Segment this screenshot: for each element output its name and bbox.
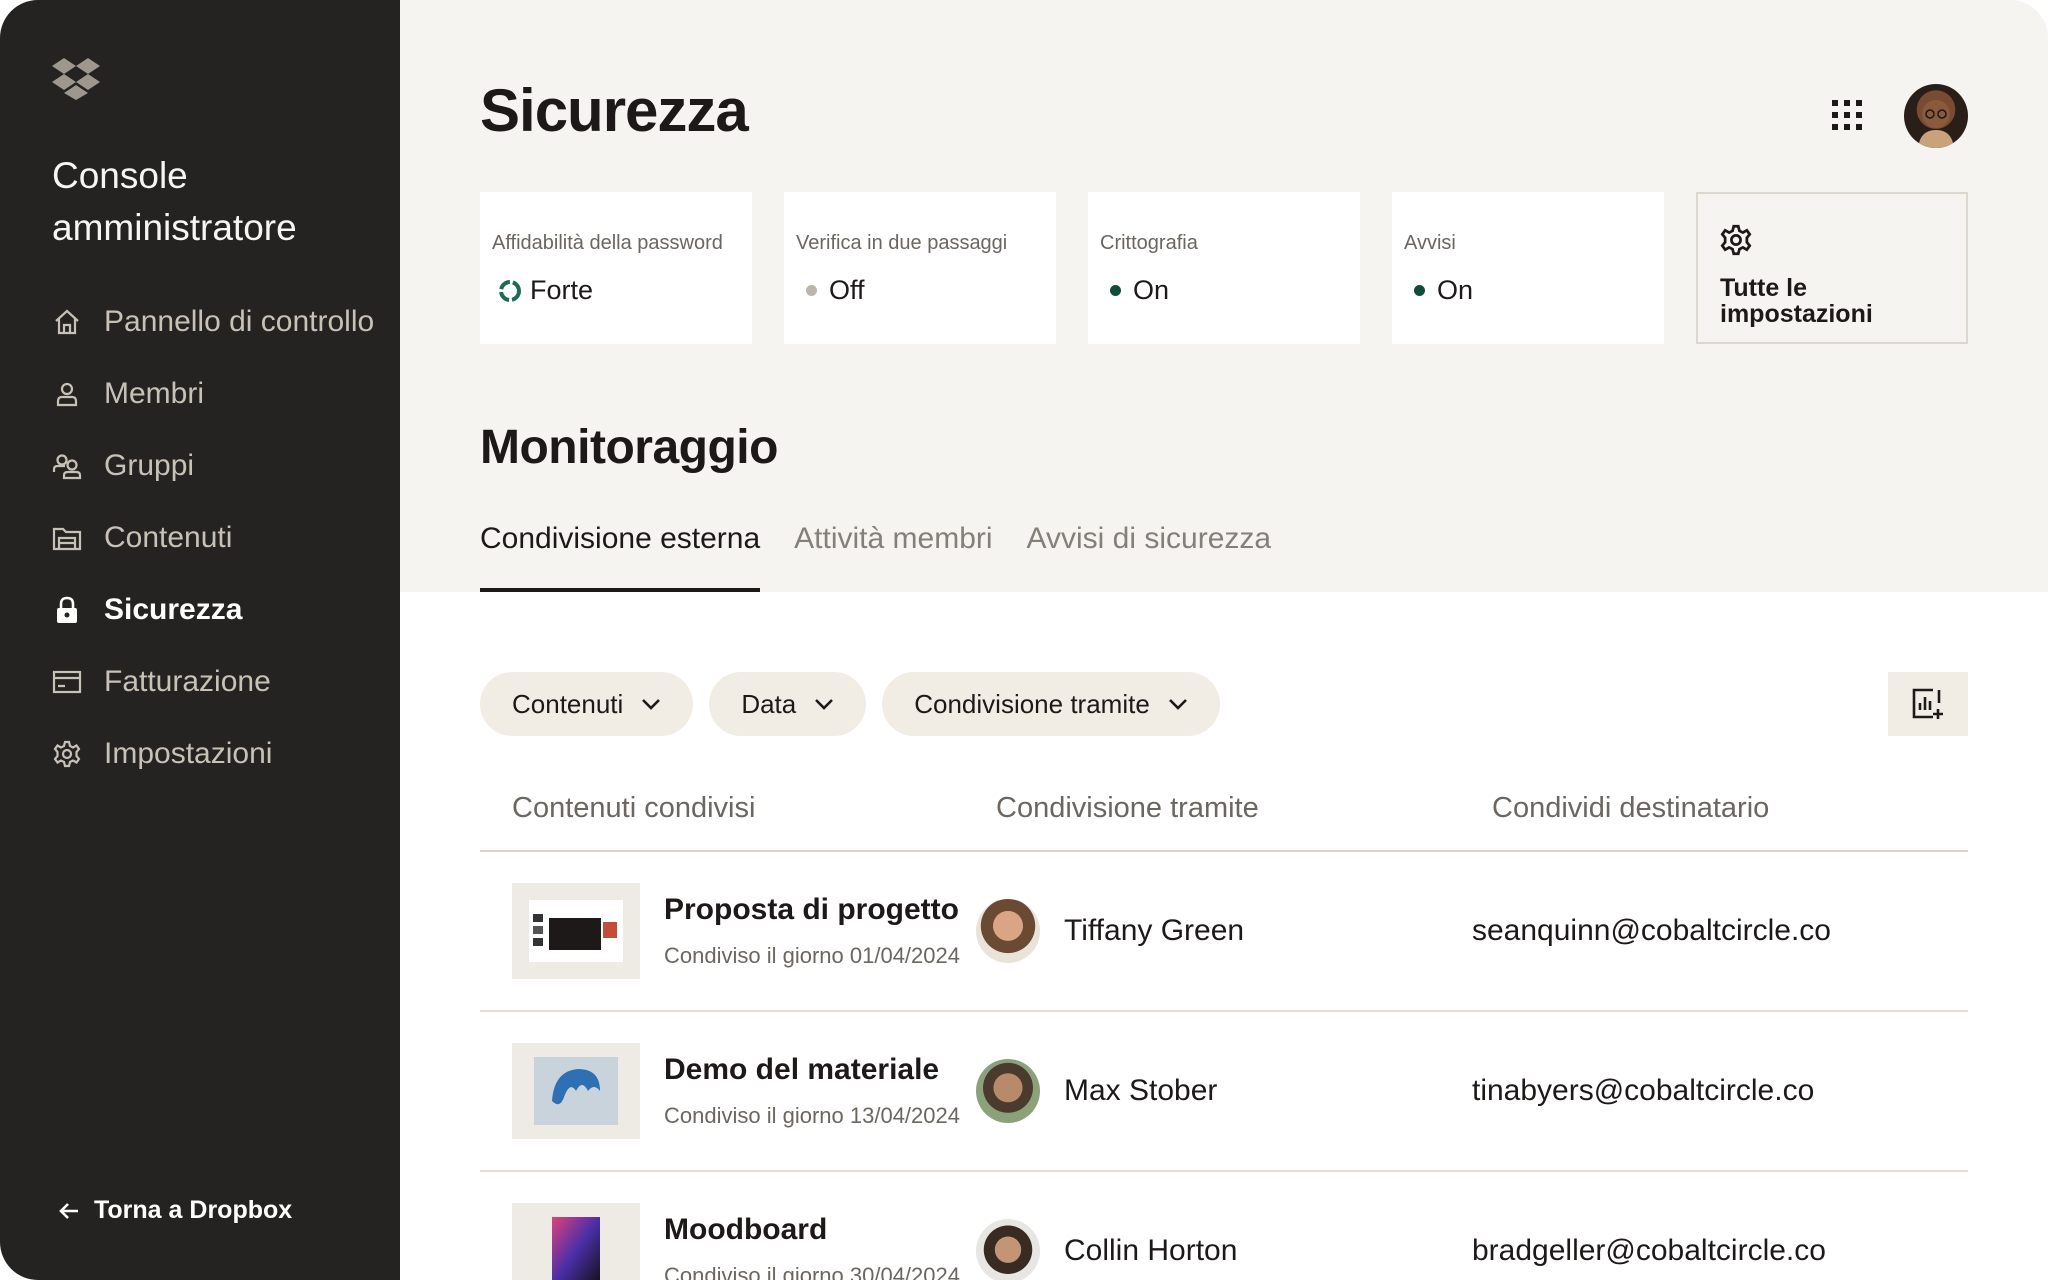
sidebar-item-label: Contenuti xyxy=(104,521,233,554)
column-header[interactable]: Contenuti condivisi xyxy=(480,792,976,850)
home-icon xyxy=(52,307,82,337)
filter-content-dropdown[interactable]: Contenuti xyxy=(480,672,694,736)
sidebar-item-content[interactable]: Contenuti xyxy=(52,502,392,574)
page-title: Sicurezza xyxy=(480,77,749,144)
filter-label: Data xyxy=(741,688,797,719)
recipient-email: tinabyers@cobaltcircle.co xyxy=(1472,1074,1815,1107)
sidebar-item-security[interactable]: Sicurezza xyxy=(52,574,392,646)
person-name: Max Stober xyxy=(1064,1074,1218,1107)
filter-date-dropdown[interactable]: Data xyxy=(709,672,867,736)
sidebar-item-billing[interactable]: Fatturazione xyxy=(52,646,392,718)
gear-icon xyxy=(1720,224,1752,256)
sidebar-item-label: Membri xyxy=(104,377,205,410)
dropbox-logo-icon[interactable] xyxy=(52,56,100,100)
avatar xyxy=(976,1219,1040,1280)
table-header: Contenuti condivisi Condivisione tramite… xyxy=(480,792,1968,852)
alerts-card[interactable]: Avvisi On xyxy=(1392,192,1664,344)
chevron-down-icon xyxy=(815,699,834,710)
card-label: Avvisi xyxy=(1404,232,1456,254)
person-name: Collin Horton xyxy=(1064,1234,1238,1267)
sidebar-item-label: Pannello di controllo xyxy=(104,305,375,338)
all-settings-label: Tutte le impostazioni xyxy=(1720,274,1873,328)
recipient-email: bradgeller@cobaltcircle.co xyxy=(1472,1234,1826,1267)
user-icon xyxy=(52,379,82,409)
gear-icon xyxy=(52,739,82,769)
card-label: Crittografia xyxy=(1100,232,1198,254)
all-settings-button[interactable]: Tutte le impostazioni xyxy=(1696,192,1968,344)
grid-icon[interactable] xyxy=(1832,100,1862,130)
arrow-left-icon xyxy=(59,1202,78,1219)
table-row[interactable]: Demo del materiale Condiviso il giorno 1… xyxy=(480,1012,1968,1172)
file-thumbnail xyxy=(512,1203,640,1280)
sidebar-item-label: Fatturazione xyxy=(104,665,271,698)
two-step-card[interactable]: Verifica in due passaggi Off xyxy=(784,192,1056,344)
file-thumbnail xyxy=(512,1043,640,1139)
sidebar-item-label: Sicurezza xyxy=(104,593,243,626)
card-value: On xyxy=(1437,275,1474,305)
file-name[interactable]: Moodboard xyxy=(664,1213,960,1247)
encryption-card[interactable]: Crittografia On xyxy=(1088,192,1360,344)
tab-member-activity[interactable]: Attività membri xyxy=(794,522,992,592)
sidebar-item-members[interactable]: Membri xyxy=(52,358,392,430)
file-thumbnail xyxy=(512,883,640,979)
card-label: Verifica in due passaggi xyxy=(796,232,1008,254)
shared-date: Condiviso il giorno 13/04/2024 xyxy=(664,1103,960,1128)
recipient-email: seanquinn@cobaltcircle.co xyxy=(1472,914,1831,947)
sidebar-item-settings[interactable]: Impostazioni xyxy=(52,718,392,790)
strength-ring-icon xyxy=(499,279,521,302)
monitoring-title: Monitoraggio xyxy=(480,421,778,474)
status-dot xyxy=(806,285,817,296)
card-value: On xyxy=(1133,275,1170,305)
sidebar-item-label: Impostazioni xyxy=(104,737,273,770)
column-header[interactable]: Condivisione tramite xyxy=(976,792,1472,850)
lock-icon xyxy=(52,595,82,625)
monitoring-tabs: Condivisione esterna Attività membri Avv… xyxy=(480,522,1305,592)
column-header[interactable]: Condividi destinatario xyxy=(1472,792,1968,850)
back-label: Torna a Dropbox xyxy=(94,1196,293,1224)
chevron-down-icon xyxy=(1168,699,1187,710)
tab-security-alerts[interactable]: Avvisi di sicurezza xyxy=(1027,522,1272,592)
folder-icon xyxy=(52,523,82,553)
sidebar: Console amministratore Pannello di contr… xyxy=(0,0,400,1280)
card-label: Affidabilità della password xyxy=(492,232,723,254)
sidebar-nav: Pannello di controllo Membri Gruppi Cont… xyxy=(52,286,392,790)
chevron-down-icon xyxy=(642,699,661,710)
shared-date: Condiviso il giorno 01/04/2024 xyxy=(664,943,960,968)
sidebar-item-label: Gruppi xyxy=(104,449,195,482)
create-report-button[interactable] xyxy=(1888,672,1968,736)
filter-label: Contenuti xyxy=(512,688,624,719)
user-avatar[interactable] xyxy=(1904,84,1968,148)
table-row[interactable]: Proposta di progetto Condiviso il giorno… xyxy=(480,852,1968,1012)
back-to-dropbox-link[interactable]: Torna a Dropbox xyxy=(58,1196,292,1225)
console-title: Console amministratore xyxy=(52,155,297,248)
tab-external-sharing[interactable]: Condivisione esterna xyxy=(480,522,761,592)
shared-date: Condiviso il giorno 30/04/2024 xyxy=(664,1263,960,1280)
filter-bar: Contenuti Data Condivisione tramite xyxy=(480,672,1220,736)
shared-content-table: Contenuti condivisi Condivisione tramite… xyxy=(480,792,1968,1280)
avatar xyxy=(976,1059,1040,1123)
file-name[interactable]: Proposta di progetto xyxy=(664,893,960,927)
group-icon xyxy=(52,451,82,481)
status-dot xyxy=(1414,285,1425,296)
sidebar-item-groups[interactable]: Gruppi xyxy=(52,430,392,502)
sidebar-item-dashboard[interactable]: Pannello di controllo xyxy=(52,286,392,358)
security-status-cards: Affidabilità della password Forte Verifi… xyxy=(480,192,1968,344)
avatar xyxy=(976,899,1040,963)
table-row[interactable]: Moodboard Condiviso il giorno 30/04/2024… xyxy=(480,1172,1968,1280)
status-dot xyxy=(1110,285,1121,296)
card-value: Off xyxy=(829,275,865,305)
card-icon xyxy=(52,667,82,697)
person-name: Tiffany Green xyxy=(1064,914,1245,947)
password-strength-card[interactable]: Affidabilità della password Forte xyxy=(480,192,752,344)
filter-shared-via-dropdown[interactable]: Condivisione tramite xyxy=(882,672,1220,736)
add-report-icon xyxy=(1912,688,1943,719)
card-value: Forte xyxy=(530,275,594,305)
file-name[interactable]: Demo del materiale xyxy=(664,1053,960,1087)
filter-label: Condivisione tramite xyxy=(914,688,1150,719)
